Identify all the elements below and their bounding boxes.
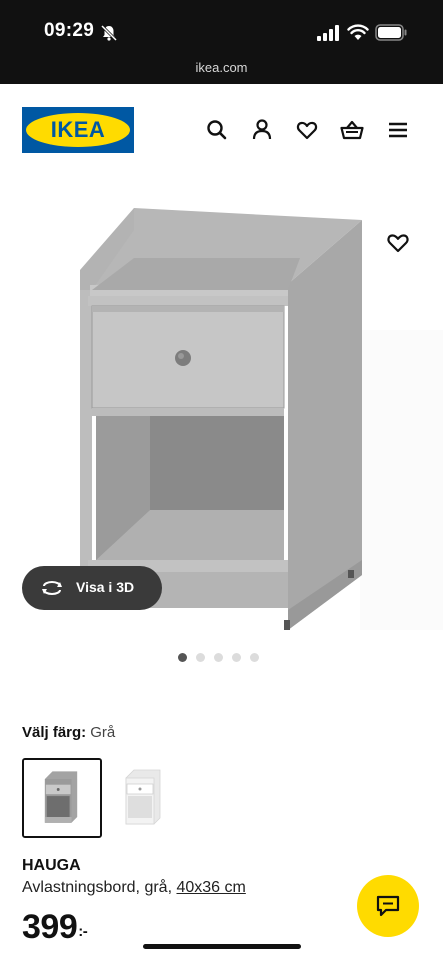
selected-color-value: Grå: [90, 724, 116, 741]
favorites-icon[interactable]: [294, 117, 320, 143]
cellular-signal-icon: [317, 25, 339, 41]
price-suffix: :-: [78, 923, 88, 940]
basket-icon[interactable]: [339, 117, 365, 143]
product-price: 399:-: [22, 908, 88, 947]
logo-text: IKEA: [50, 117, 106, 142]
carousel-dot[interactable]: [178, 653, 187, 662]
status-time: 09:29: [44, 20, 95, 41]
product-name: HAUGA: [22, 857, 81, 874]
menu-icon[interactable]: [385, 117, 411, 143]
color-selection-label: Välj färg: Grå: [22, 724, 115, 741]
carousel-dot[interactable]: [250, 653, 259, 662]
choose-color-label: Välj färg:: [22, 724, 87, 741]
view-in-3d-label: Visa i 3D: [76, 579, 135, 595]
color-swatch-white[interactable]: [104, 758, 184, 838]
rotate-3d-icon: [42, 581, 62, 595]
add-to-favorites-icon[interactable]: [385, 230, 411, 254]
carousel-dot[interactable]: [214, 653, 223, 662]
ikea-logo[interactable]: IKEA: [22, 107, 134, 153]
wifi-icon: [347, 24, 369, 40]
chat-button[interactable]: [357, 875, 419, 937]
status-bar: 09:29 ikea.com: [0, 0, 443, 84]
view-in-3d-button[interactable]: Visa i 3D: [22, 566, 162, 610]
carousel-dot[interactable]: [232, 653, 241, 662]
product-size-link[interactable]: 40x36 cm: [176, 879, 245, 896]
price-value: 399: [22, 908, 78, 946]
chat-icon: [376, 895, 400, 917]
account-icon[interactable]: [249, 117, 275, 143]
product-type: Avlastningsbord, grå,: [22, 879, 173, 896]
color-swatch-grey[interactable]: [22, 758, 102, 838]
product-description: Avlastningsbord, grå, 40x36 cm: [22, 879, 246, 897]
site-header: IKEA: [0, 84, 443, 174]
carousel-dot[interactable]: [196, 653, 205, 662]
bell-slash-icon: [100, 24, 118, 42]
home-indicator[interactable]: [143, 944, 301, 949]
battery-icon: [375, 24, 407, 41]
search-icon[interactable]: [204, 117, 230, 143]
address-bar-url[interactable]: ikea.com: [0, 60, 443, 75]
